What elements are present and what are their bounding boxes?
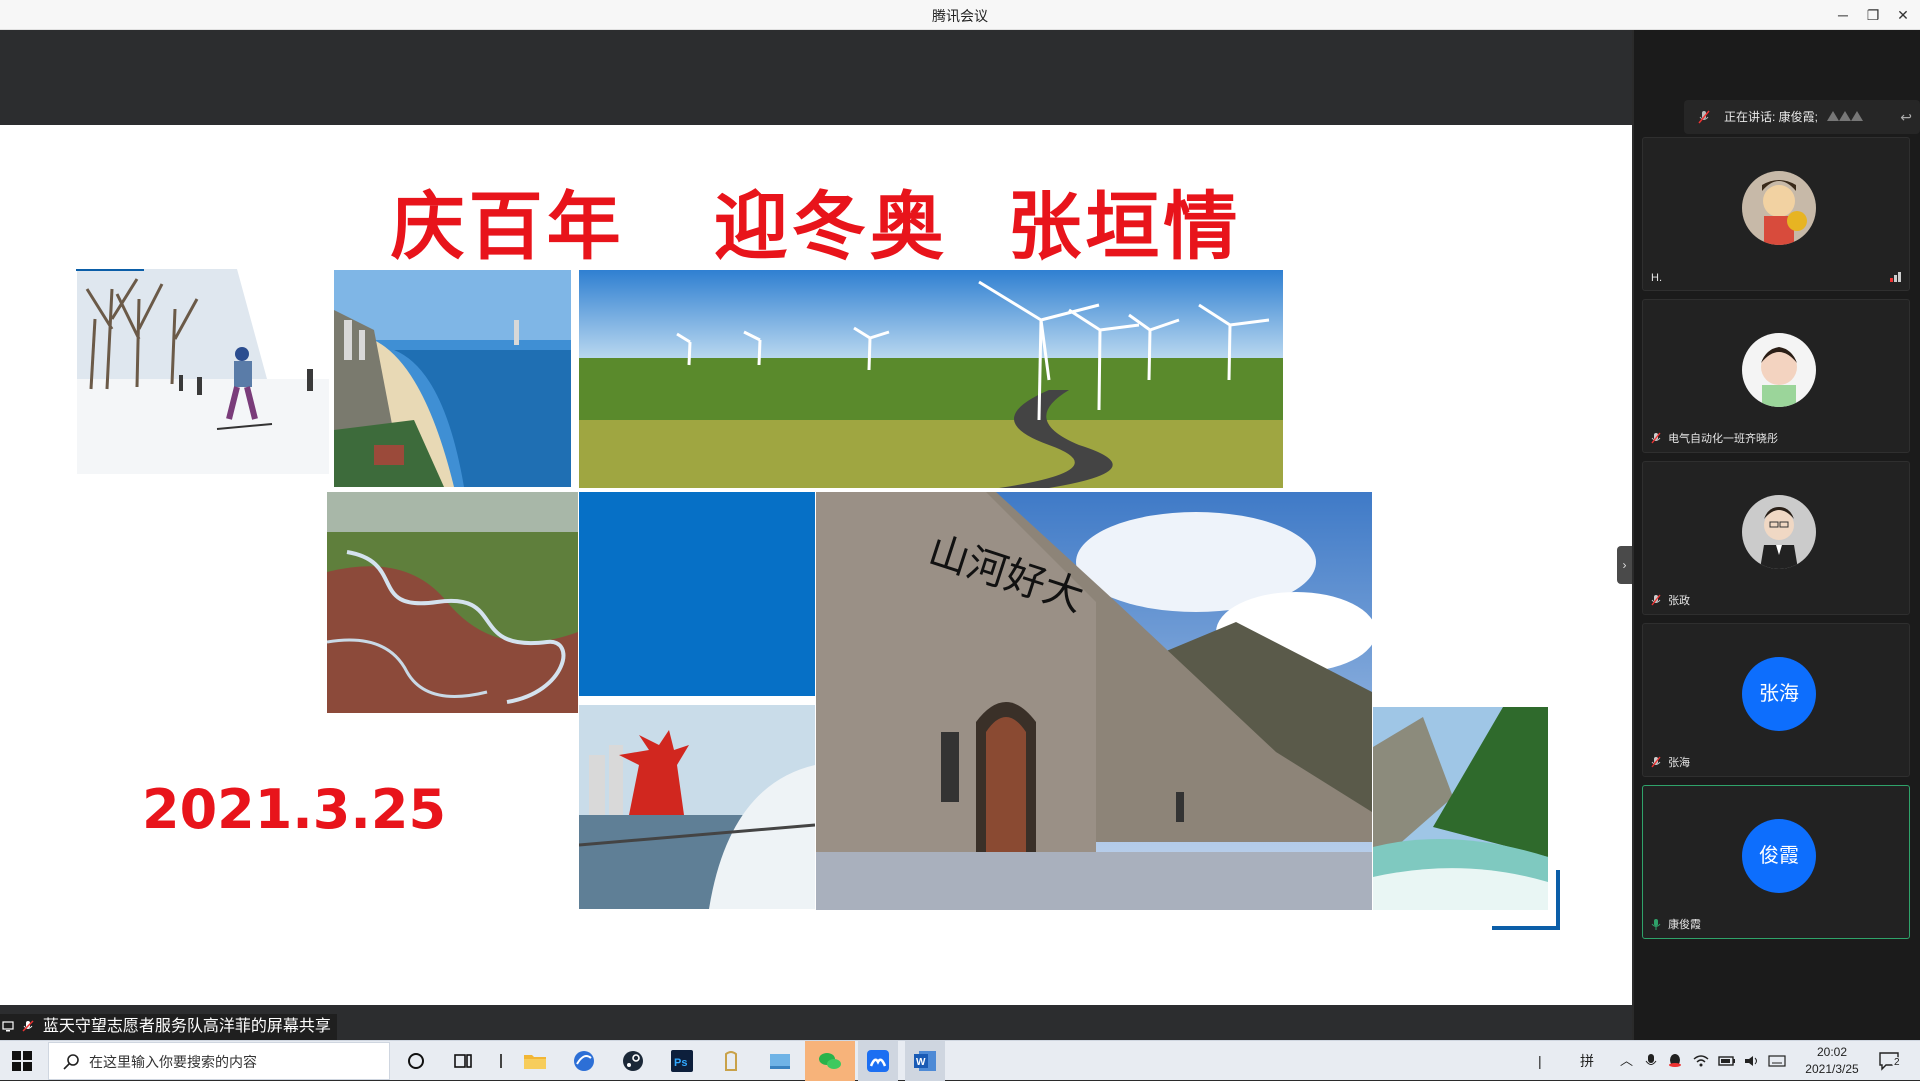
notification-count: 2 [1892,1057,1902,1068]
blurred-name-icon [1827,111,1864,121]
ime-toggle[interactable]: 拼 [1580,1041,1594,1081]
steam-icon[interactable] [618,1046,648,1076]
participant-avatar: 俊霞 [1742,819,1816,893]
task-view-icon[interactable] [448,1046,478,1076]
photo-coastline [334,270,571,487]
speaking-text: 正在讲话: 康俊霞; [1724,110,1819,124]
search-input[interactable] [89,1051,379,1073]
chevron-up-icon[interactable]: ︿ [1620,1041,1633,1081]
minimize-button[interactable]: ─ [1830,2,1856,28]
participant-name-row: 张海 [1651,754,1690,770]
participant-name: 张海 [1668,757,1691,769]
separator-icon [486,1046,516,1076]
svg-text:W: W [916,1057,926,1068]
browser-icon[interactable] [569,1046,599,1076]
participant-name: 康俊霞 [1668,919,1702,931]
notification-icon[interactable]: 2 [1878,1051,1902,1071]
participant-name-row: 康俊霞 [1651,916,1701,932]
taskbar-search[interactable] [48,1042,390,1080]
screen-icon [2,1021,14,1032]
participant-panel: 正在讲话: 康俊霞; ↩ H. 电气自动化一班齐晓彤 张政 张海 张海 俊霞 康… [1634,30,1920,1040]
muted-mic-icon [22,1020,34,1032]
close-button[interactable]: ✕ [1890,2,1916,28]
windows-start-icon[interactable] [12,1051,32,1071]
keyboard-icon[interactable] [1768,1041,1786,1081]
window-titlebar: 腾讯会议 ─ ❐ ✕ [0,0,1920,30]
taskbar-clock[interactable]: 20:02 2021/3/25 [1790,1044,1874,1078]
tray-separator: | [1538,1053,1542,1069]
accent-line-horizontal [1492,926,1560,930]
qq-icon[interactable] [1668,1041,1682,1081]
participant-name-row: 电气自动化一班齐晓彤 [1651,430,1778,446]
word-icon[interactable]: W [905,1041,945,1081]
slide-title: 庆百年 迎冬奥 张垣情 [390,184,1242,270]
participant-tile[interactable]: 电气自动化一班齐晓彤 [1642,299,1910,453]
screen-share-label: 蓝天守望志愿者服务队高洋菲的屏幕共享 [0,1014,337,1040]
battery-icon[interactable] [1718,1041,1736,1081]
screen-share-owner: 蓝天守望志愿者服务队高洋菲的屏幕共享 [42,1018,331,1035]
clock-time: 20:02 [1816,1045,1848,1059]
photoshop-icon[interactable]: Ps [667,1046,697,1076]
man-avatar [1742,495,1816,569]
blue-color-block [579,492,815,696]
photo-seaside-sculpture [579,705,815,909]
screen-share-area: 庆百年 迎冬奥 张垣情 山河好大 2021.3.25 › [0,30,1632,1040]
muted-mic-icon [1651,756,1661,768]
window-title: 腾讯会议 [932,8,988,24]
muted-mic-icon [1651,432,1661,444]
photo-mountain-river [1373,707,1548,910]
volume-icon[interactable] [1744,1041,1760,1081]
slide-date: 2021.3.25 [142,778,447,841]
taskbar: Ps W | 拼 ︿ 20:02 2021/3/25 2 [0,1040,1920,1081]
clock-date: 2021/3/25 [1805,1062,1859,1076]
participant-name-row: 张政 [1651,592,1690,608]
participant-tile[interactable]: 张海 张海 [1642,623,1910,777]
accent-line-vertical [1556,870,1560,930]
participant-name: H. [1651,272,1662,284]
wifi-icon[interactable] [1693,1041,1709,1081]
speaking-indicator: 正在讲话: 康俊霞; ↩ [1684,100,1920,134]
participant-name: 电气自动化一班齐晓彤 [1668,433,1779,445]
restore-button[interactable]: ❐ [1860,2,1886,28]
participant-tile[interactable]: 张政 [1642,461,1910,615]
participant-tile-active[interactable]: 俊霞 康俊霞 [1642,785,1910,939]
photo-skiing [77,269,329,474]
pen-app-icon[interactable] [716,1046,746,1076]
accent-line-top [76,269,144,271]
microphone-icon[interactable] [1645,1041,1657,1081]
participant-tile[interactable]: H. [1642,137,1910,291]
file-explorer-icon[interactable] [520,1046,550,1076]
desktop-app-icon[interactable] [765,1046,795,1076]
cartoon-avatar [1742,171,1816,245]
muted-mic-icon [1698,110,1710,124]
reply-icon[interactable]: ↩ [1900,100,1912,134]
photo-wind-farm [579,270,1283,488]
photo-great-wall: 山河好大 [816,492,1372,910]
child-avatar [1742,333,1816,407]
cortana-icon[interactable] [401,1046,431,1076]
muted-mic-icon [1651,594,1661,606]
participant-avatar: 张海 [1742,657,1816,731]
wechat-icon[interactable] [805,1041,855,1081]
presentation-slide: 庆百年 迎冬奥 张垣情 山河好大 2021.3.25 [0,125,1632,1005]
search-icon [63,1054,79,1070]
collapse-panel-button[interactable]: › [1617,546,1632,584]
photo-grassland-river [327,492,578,713]
tencent-meeting-icon[interactable] [858,1041,898,1081]
participant-name: 张政 [1668,595,1691,607]
active-mic-icon [1651,919,1661,930]
signal-strength-icon [1890,272,1901,282]
svg-text:Ps: Ps [674,1057,687,1069]
